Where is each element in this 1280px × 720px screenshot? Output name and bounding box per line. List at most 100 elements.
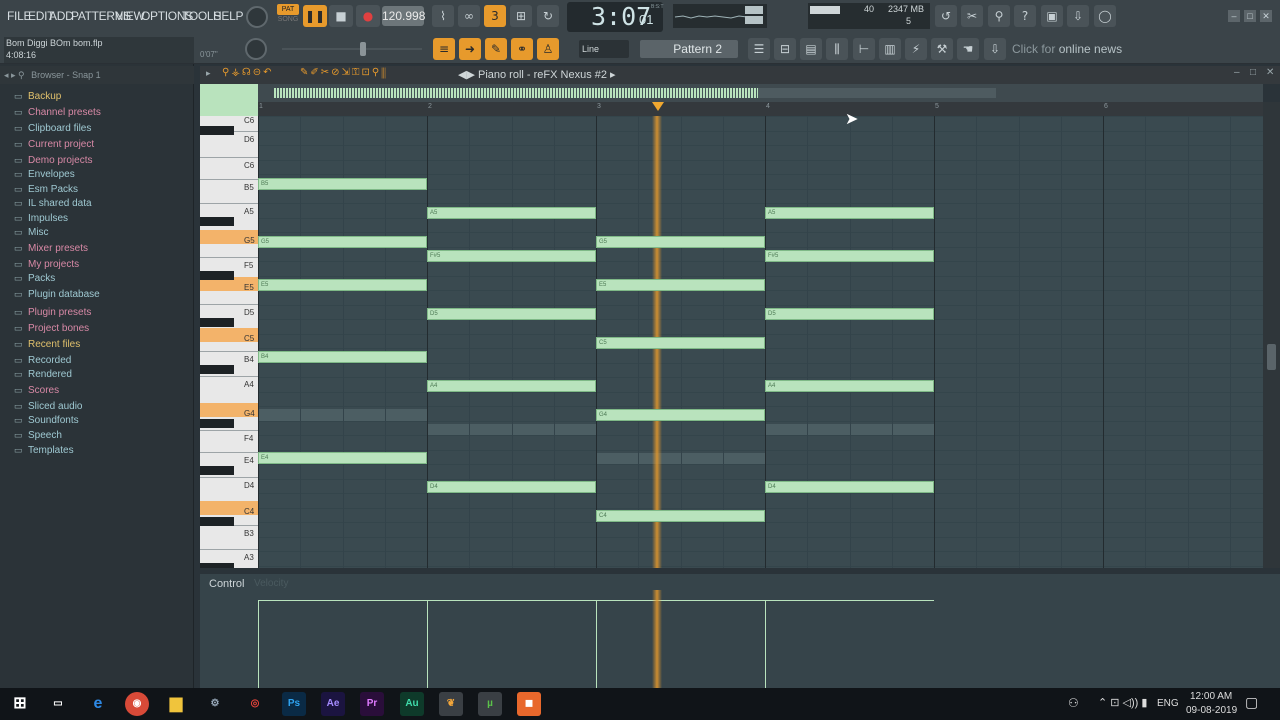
playlist-icon[interactable]: ≡ [433,38,455,60]
scroll-thumb[interactable] [1267,344,1276,370]
note-grid[interactable]: B5 G5 E5 B4 E4 A5 F#5 D5 A4 D4 G5 E5 C5 G4 C4 A5 F#5 D5 A4… [258,116,1263,568]
link-icon[interactable]: ⚭ [511,38,533,60]
browser-item[interactable]: ▭ Rendered [14,369,72,383]
note[interactable]: G4 [596,409,765,421]
audition-icon[interactable]: Au [400,692,424,716]
browser-item[interactable]: ▭ Envelopes [14,169,75,183]
clipboard-icon[interactable]: ▥ [879,38,901,60]
pat-mode-button[interactable]: PAT [277,4,299,15]
countdown-icon[interactable]: 3 [484,5,506,27]
cut-icon[interactable]: ✂ [961,5,983,27]
chat-icon[interactable]: ◯ [1094,5,1116,27]
note[interactable]: F#5 [427,250,596,262]
browser-item[interactable]: ▭ Esm Packs [14,184,78,198]
browser-item[interactable]: ▭ Recorded [14,355,71,369]
note[interactable]: D5 [765,308,934,320]
control-label[interactable]: Control [209,578,244,590]
velocity-bar[interactable] [765,600,766,688]
people-icon[interactable]: ⚇ [1068,696,1079,710]
piano-roll-icon[interactable]: ▤ [800,38,822,60]
note[interactable]: A5 [427,207,596,219]
note[interactable]: A5 [765,207,934,219]
browser-item[interactable]: ▭ Speech [14,430,62,444]
browser-item[interactable]: ▭ Demo projects [14,155,92,169]
step-edit-icon[interactable]: ⊞ [510,5,532,27]
velocity-lane[interactable] [258,590,1263,688]
browser-item[interactable]: ▭ Packs [14,273,55,287]
note[interactable]: E5 [258,279,427,291]
note[interactable]: G5 [258,236,427,248]
stop-button[interactable]: ■ [329,5,353,27]
clock-time[interactable]: 12:00 AM [1190,691,1232,702]
metronome-icon[interactable]: ⌇ [432,5,454,27]
browser-item[interactable]: ▭ Scores [14,385,59,399]
settings-app-icon[interactable]: ⚙ [203,692,227,716]
photoshop-icon[interactable]: Ps [282,692,306,716]
minimize-icon[interactable]: – [1228,10,1240,22]
pr-maximize-icon[interactable]: □ [1250,67,1256,78]
undo-history-icon[interactable]: ↺ [935,5,957,27]
file-explorer-icon[interactable]: ▆ [164,692,188,716]
note[interactable]: B5 [258,178,427,190]
note[interactable]: D4 [765,481,934,493]
utorrent-icon[interactable]: µ [478,692,502,716]
velocity-bar[interactable] [596,600,597,688]
loop-record-icon[interactable]: ↻ [537,5,559,27]
note[interactable]: F#5 [765,250,934,262]
pitch-knob[interactable] [245,38,267,60]
piano-roll-edit-icons[interactable]: ✎✐✂⊘⇲⚿⊡⚲⫼ [300,67,388,78]
time-display[interactable]: 3:07 01 B:S:T [567,2,664,32]
maximize-icon[interactable]: □ [1244,10,1256,22]
pr-minimize-icon[interactable]: – [1234,67,1240,78]
browser-item[interactable]: ▭ Clipboard files [14,123,91,137]
fl-studio-taskbar-icon[interactable]: ❦ [439,692,463,716]
piano-roll-menu-icon[interactable]: ▸ [206,68,211,79]
vertical-scrollbar[interactable] [1263,102,1280,568]
wait-input-icon[interactable]: ∞ [458,5,480,27]
playhead-marker[interactable] [651,102,664,111]
browser-item[interactable]: ▭ My projects [14,259,79,273]
arrow-tool-icon[interactable]: ➜ [459,38,481,60]
browser-item[interactable]: ▭ Sliced audio [14,401,82,415]
velocity-bar[interactable] [258,600,259,688]
control-target[interactable]: Velocity [254,578,288,589]
help-icon[interactable]: ? [1014,5,1036,27]
browser-item[interactable]: ▭ Project bones [14,323,89,337]
note[interactable]: C5 [596,337,765,349]
snap-selector[interactable]: Line [579,40,629,58]
browser-item[interactable]: ▭ Soundfonts [14,415,79,429]
pr-close-icon[interactable]: ✕ [1266,67,1274,78]
browser-item[interactable]: ▭ IL shared data [14,198,92,212]
browser-item[interactable]: ▭ Channel presets [14,107,101,121]
tempo-display[interactable]: 120.998 [382,6,425,26]
note[interactable]: E4 [258,452,427,464]
browser-tree-icon[interactable]: ⊢ [853,38,875,60]
browser-item[interactable]: ▭ Recent files [14,339,80,353]
stamp-icon[interactable]: ♙ [537,38,559,60]
mixer-icon[interactable]: ☰ [748,38,770,60]
note[interactable]: G5 [596,236,765,248]
premiere-icon[interactable]: Pr [360,692,384,716]
note[interactable]: D4 [427,481,596,493]
record-button[interactable]: ● [356,5,380,27]
note[interactable]: A4 [765,380,934,392]
master-pitch-slider[interactable] [282,42,422,56]
menu-add[interactable]: ADD [49,9,74,23]
render-icon[interactable]: ⇩ [1067,5,1089,27]
note[interactable]: D5 [427,308,596,320]
language-indicator[interactable]: ENG [1157,698,1179,709]
after-effects-icon[interactable]: Ae [321,692,345,716]
overview-strip[interactable] [258,84,1263,102]
edge-icon[interactable]: e [86,692,110,716]
notifications-icon[interactable]: ▢ [1245,694,1258,711]
piano-keyboard[interactable]: C6 D6 C6 B5 A5 G5 F5 E5 D5 C5 B4 A4 G4 F4 E4 D4 C4 B3 A3 [200,116,258,568]
note[interactable]: E5 [596,279,765,291]
piano-roll-tools-icon[interactable]: ⚲⚶☊⊝↶ [222,67,273,78]
main-volume-knob[interactable] [246,6,268,28]
hand-icon[interactable]: ☚ [957,38,979,60]
note[interactable]: C4 [596,510,765,522]
note[interactable]: A4 [427,380,596,392]
task-view-icon[interactable]: ▭ [46,692,70,716]
velocity-bar[interactable] [427,600,428,688]
channel-rack-icon[interactable]: ⊟ [774,38,796,60]
